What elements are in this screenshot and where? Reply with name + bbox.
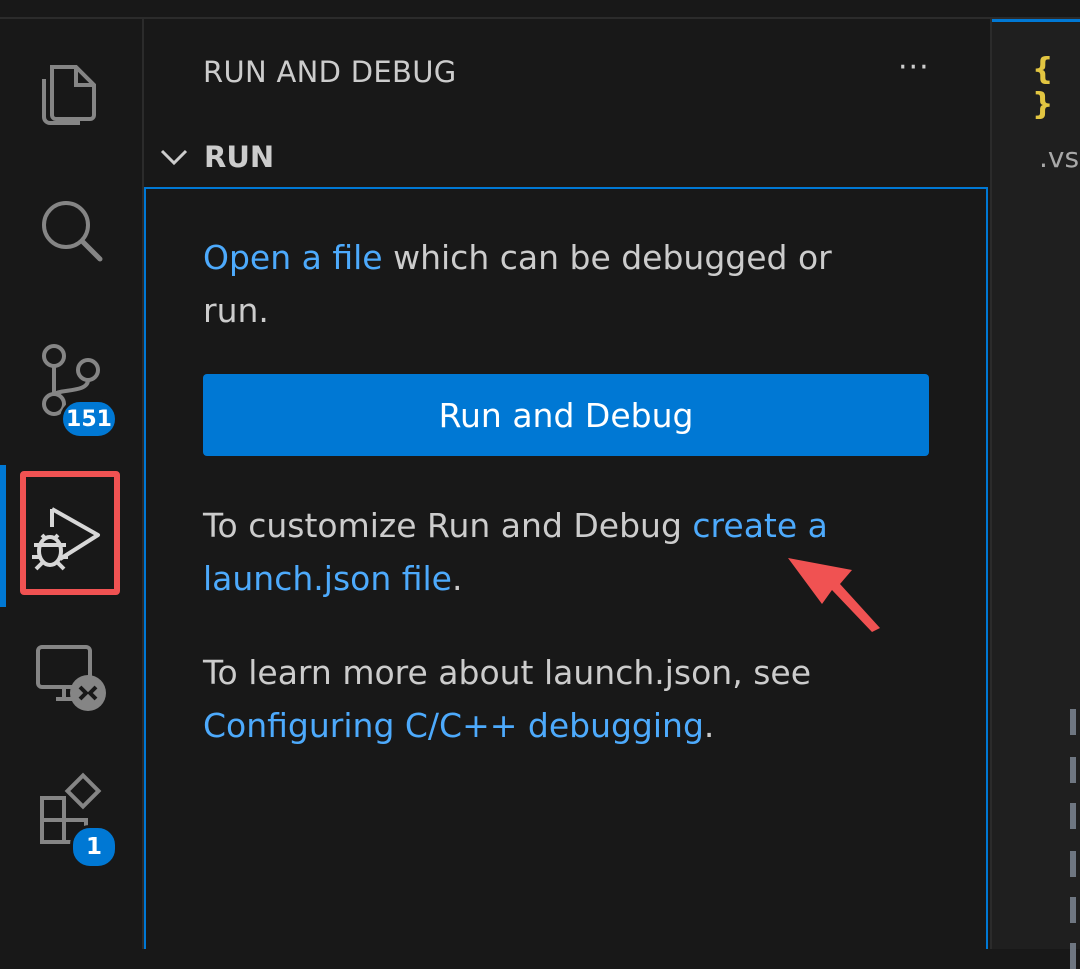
run-section-label: RUN [204, 140, 275, 174]
search-icon [42, 201, 103, 262]
activity-extensions[interactable] [0, 764, 142, 884]
files-icon [42, 65, 96, 125]
chevron-down-icon [160, 149, 188, 166]
open-file-link[interactable]: Open a file [203, 238, 383, 277]
configuring-debugging-link[interactable]: Configuring C/C++ debugging [203, 706, 704, 745]
run-and-debug-button[interactable]: Run and Debug [203, 374, 929, 456]
line-number-fragment [1070, 943, 1076, 969]
source-control-badge: 151 [60, 399, 118, 439]
line-number-fragment [1070, 803, 1076, 829]
learn-more-text: To learn more about launch.json, see [203, 653, 812, 692]
json-file-icon: { } [1032, 52, 1054, 122]
line-number-fragment [1070, 897, 1076, 923]
sidebar-title: RUN AND DEBUG [203, 55, 457, 89]
more-actions-button[interactable]: ··· [898, 50, 930, 85]
learn-more-message: To learn more about launch.json, see Con… [203, 646, 883, 752]
customize-text: To customize Run and Debug [203, 506, 693, 545]
annotation-arrow-icon [788, 558, 880, 632]
run-section-header[interactable]: RUN [158, 137, 274, 177]
annotation-highlight-box [20, 471, 120, 595]
line-number-fragment [1070, 851, 1076, 877]
activity-bar: 151 1 [0, 19, 144, 949]
title-bar [0, 0, 1080, 19]
line-number-fragment [1070, 757, 1076, 783]
editor-area: { } .vs [990, 19, 1080, 969]
activity-search[interactable] [0, 189, 142, 309]
activity-remote-explorer[interactable] [0, 619, 142, 739]
breadcrumb[interactable]: .vs [1039, 141, 1079, 174]
remote-explorer-icon [36, 645, 106, 711]
editor-tab[interactable]: { } [992, 19, 1080, 129]
open-file-message: Open a file which can be debugged or run… [203, 231, 883, 337]
activity-explorer[interactable] [0, 49, 142, 169]
line-number-fragment [1070, 709, 1076, 735]
customize-suffix: . [451, 559, 463, 598]
extensions-badge: 1 [70, 825, 118, 869]
learn-more-suffix: . [703, 706, 715, 745]
